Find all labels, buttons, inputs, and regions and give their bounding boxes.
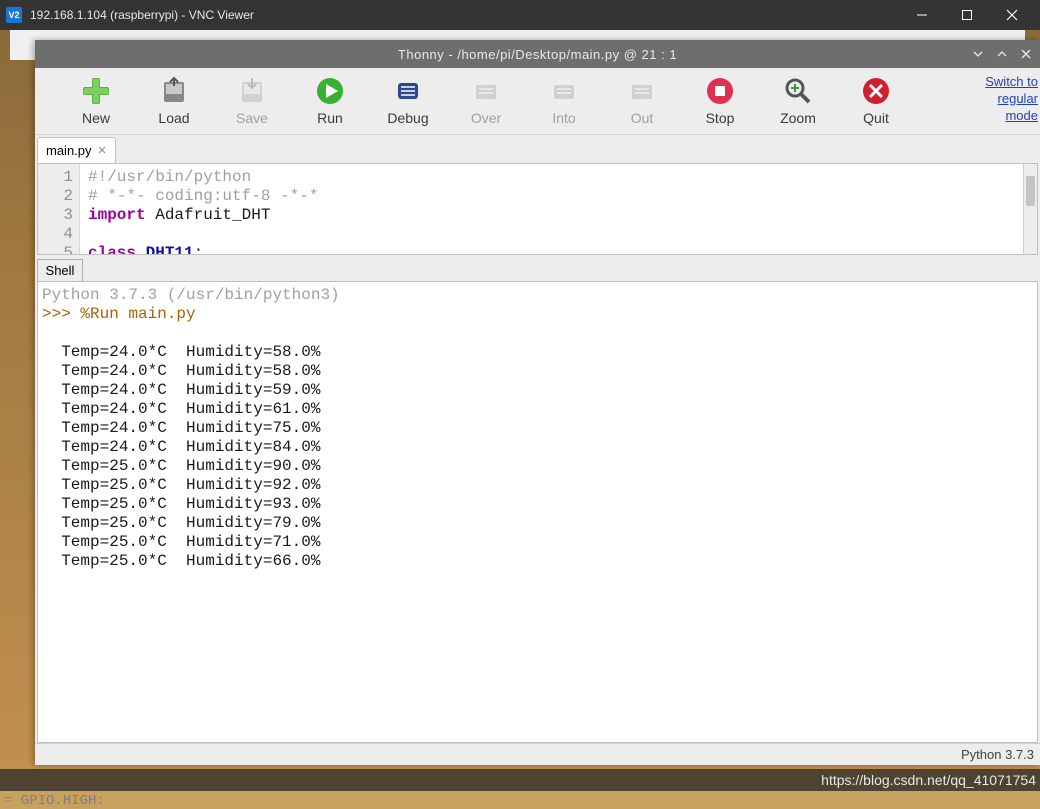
shell-line: Temp=24.0*C Humidity=84.0%: [42, 438, 320, 456]
tool-label: Into: [552, 110, 575, 126]
play-icon: [315, 76, 345, 106]
tool-label: New: [82, 110, 110, 126]
vnc-body: Thonny - /home/pi/Desktop/main.py @ 21 :…: [0, 30, 1040, 770]
over-button: Over: [447, 74, 525, 128]
plus-icon: [81, 76, 111, 106]
shell-output[interactable]: Python 3.7.3 (/usr/bin/python3) >>> %Run…: [37, 281, 1038, 743]
code-editor[interactable]: 12345 #!/usr/bin/python # *-*- coding:ut…: [37, 163, 1038, 255]
shell-command: %Run main.py: [80, 305, 195, 323]
minimize-icon: [916, 9, 928, 21]
tool-label: Run: [317, 110, 343, 126]
zoom-button[interactable]: Zoom: [759, 74, 837, 128]
line-gutter: 12345: [38, 164, 80, 254]
shell-prompt: >>>: [42, 305, 80, 323]
chevron-up-icon: [996, 48, 1008, 60]
save-button: Save: [213, 74, 291, 128]
tool-label: Stop: [706, 110, 735, 126]
tool-label: Zoom: [780, 110, 816, 126]
bug-icon: [393, 76, 423, 106]
shell-line: Temp=25.0*C Humidity=90.0%: [42, 457, 320, 475]
switch-mode-link[interactable]: Switch to regular mode: [983, 74, 1038, 125]
code-content[interactable]: #!/usr/bin/python # *-*- coding:utf-8 -*…: [80, 164, 1037, 254]
vnc-title-text: 192.168.1.104 (raspberrypi) - VNC Viewer: [30, 8, 899, 22]
status-bar: Python 3.7.3: [35, 743, 1040, 765]
editor-scrollbar[interactable]: [1023, 164, 1037, 254]
tool-label: Quit: [863, 110, 889, 126]
debug-button[interactable]: Debug: [369, 74, 447, 128]
stop-icon: [705, 76, 735, 106]
shell-line: Temp=24.0*C Humidity=58.0%: [42, 362, 320, 380]
shell-banner: Python 3.7.3 (/usr/bin/python3): [42, 286, 340, 304]
maximize-button[interactable]: [944, 0, 989, 30]
status-python-version: Python 3.7.3: [961, 747, 1034, 762]
close-icon: [1020, 48, 1032, 60]
into-button: Into: [525, 74, 603, 128]
shell-line: Temp=25.0*C Humidity=93.0%: [42, 495, 320, 513]
vnc-app-icon: V2: [6, 7, 22, 23]
new-button[interactable]: New: [57, 74, 135, 128]
save-icon: [237, 76, 267, 106]
thonny-title-text: Thonny - /home/pi/Desktop/main.py @ 21 :…: [35, 47, 1040, 62]
shell-line: Temp=25.0*C Humidity=66.0%: [42, 552, 320, 570]
out-button: Out: [603, 74, 681, 128]
close-icon: [1006, 9, 1018, 21]
tool-label: Debug: [387, 110, 428, 126]
tool-label: Over: [471, 110, 501, 126]
editor-tab-mainpy[interactable]: main.py ✕: [37, 137, 116, 163]
stop-button[interactable]: Stop: [681, 74, 759, 128]
close-button[interactable]: [989, 0, 1034, 30]
shell-line: Temp=24.0*C Humidity=59.0%: [42, 381, 320, 399]
thonny-close-button[interactable]: [1016, 44, 1036, 64]
step-over-icon: [471, 76, 501, 106]
shell-line: Temp=25.0*C Humidity=92.0%: [42, 476, 320, 494]
load-button[interactable]: Load: [135, 74, 213, 128]
watermark-text: https://blog.csdn.net/qq_41071754: [821, 772, 1036, 788]
editor-tab-row: main.py ✕: [35, 135, 1040, 163]
scrollbar-thumb[interactable]: [1026, 176, 1035, 206]
vnc-titlebar[interactable]: V2 192.168.1.104 (raspberrypi) - VNC Vie…: [0, 0, 1040, 30]
shell-line: Temp=24.0*C Humidity=75.0%: [42, 419, 320, 437]
tab-label: main.py: [46, 143, 92, 158]
tool-label: Save: [236, 110, 268, 126]
toolbar: New Load Save: [35, 68, 1040, 135]
quit-button[interactable]: Quit: [837, 74, 915, 128]
zoom-icon: [783, 76, 813, 106]
shell-line: Temp=25.0*C Humidity=79.0%: [42, 514, 320, 532]
tool-label: Out: [631, 110, 654, 126]
shell-line: Temp=24.0*C Humidity=58.0%: [42, 343, 320, 361]
run-button[interactable]: Run: [291, 74, 369, 128]
shell-line: Temp=24.0*C Humidity=61.0%: [42, 400, 320, 418]
thonny-window: Thonny - /home/pi/Desktop/main.py @ 21 :…: [35, 40, 1040, 765]
maximize-icon: [961, 9, 973, 21]
shell-tab[interactable]: Shell: [37, 259, 83, 281]
chevron-down-icon: [972, 48, 984, 60]
tool-label: Load: [158, 110, 189, 126]
minimize-button[interactable]: [899, 0, 944, 30]
step-out-icon: [627, 76, 657, 106]
thonny-minimize-button[interactable]: [968, 44, 988, 64]
thonny-titlebar[interactable]: Thonny - /home/pi/Desktop/main.py @ 21 :…: [35, 40, 1040, 68]
thonny-maximize-button[interactable]: [992, 44, 1012, 64]
quit-icon: [861, 76, 891, 106]
load-icon: [159, 76, 189, 106]
vnc-window: V2 192.168.1.104 (raspberrypi) - VNC Vie…: [0, 0, 1040, 770]
watermark-bar: https://blog.csdn.net/qq_41071754: [0, 769, 1040, 791]
tab-close-icon[interactable]: ✕: [98, 144, 107, 157]
step-into-icon: [549, 76, 579, 106]
shell-line: Temp=25.0*C Humidity=71.0%: [42, 533, 320, 551]
